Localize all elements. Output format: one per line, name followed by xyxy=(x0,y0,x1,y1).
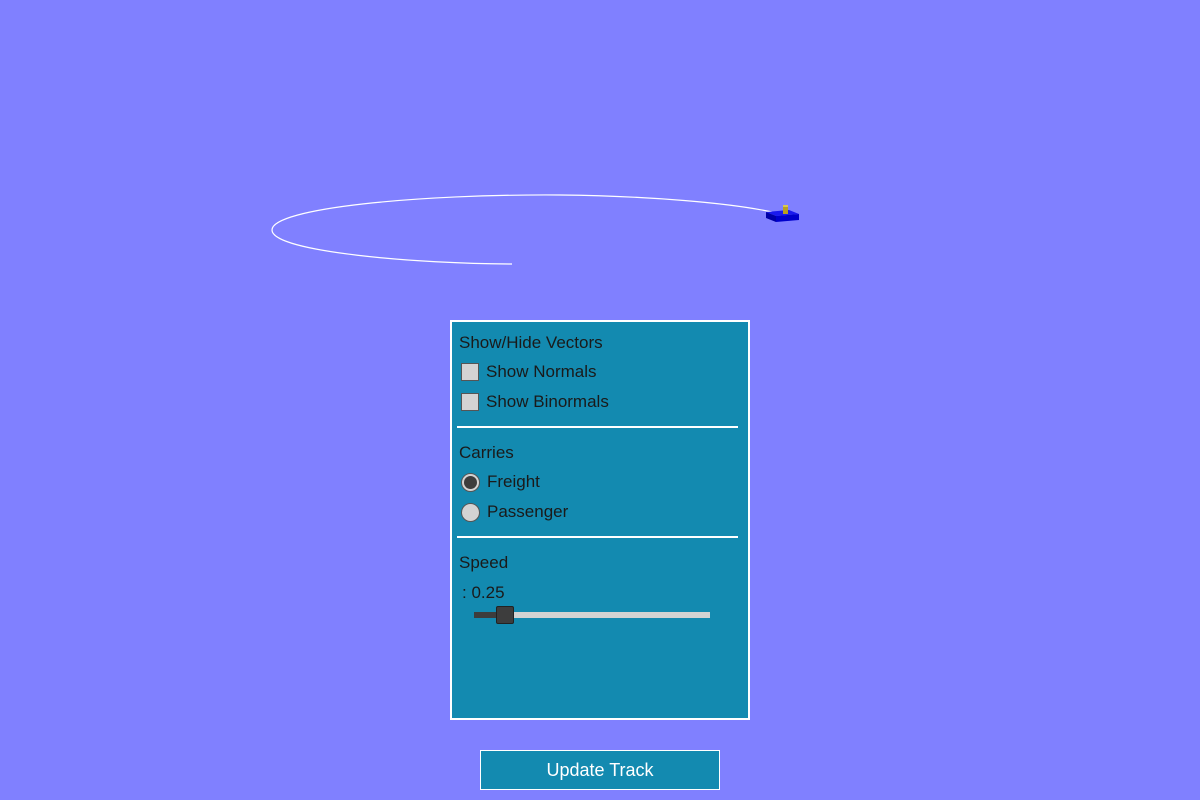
speed-readout: : 0.25 xyxy=(462,583,505,602)
control-panel: Show/Hide Vectors Show Normals Show Bino… xyxy=(450,320,750,720)
freight-option[interactable]: Freight xyxy=(461,471,540,493)
passenger-label: Passenger xyxy=(487,502,569,521)
track-viewport[interactable] xyxy=(0,0,1200,320)
show-normals-label: Show Normals xyxy=(486,362,597,381)
update-track-button[interactable]: Update Track xyxy=(480,750,720,790)
freight-label: Freight xyxy=(487,472,540,491)
carries-section-title: Carries xyxy=(459,443,514,462)
track-curve xyxy=(271,194,773,265)
speed-slider[interactable] xyxy=(474,604,710,626)
cargo-highlight xyxy=(783,205,788,207)
speed-section-title: Speed xyxy=(459,553,509,572)
show-normals-option[interactable]: Show Normals xyxy=(461,361,597,383)
vectors-section-title: Show/Hide Vectors xyxy=(459,333,603,352)
freight-radio[interactable] xyxy=(461,472,480,492)
section-divider xyxy=(457,536,738,538)
passenger-radio[interactable] xyxy=(461,502,480,522)
show-binormals-option[interactable]: Show Binormals xyxy=(461,391,609,413)
speed-slider-thumb[interactable] xyxy=(495,606,514,624)
show-normals-checkbox[interactable] xyxy=(461,363,479,381)
show-binormals-checkbox[interactable] xyxy=(461,393,479,411)
show-binormals-label: Show Binormals xyxy=(486,392,609,411)
train-car xyxy=(766,205,799,222)
passenger-option[interactable]: Passenger xyxy=(461,501,568,523)
section-divider xyxy=(457,426,738,428)
